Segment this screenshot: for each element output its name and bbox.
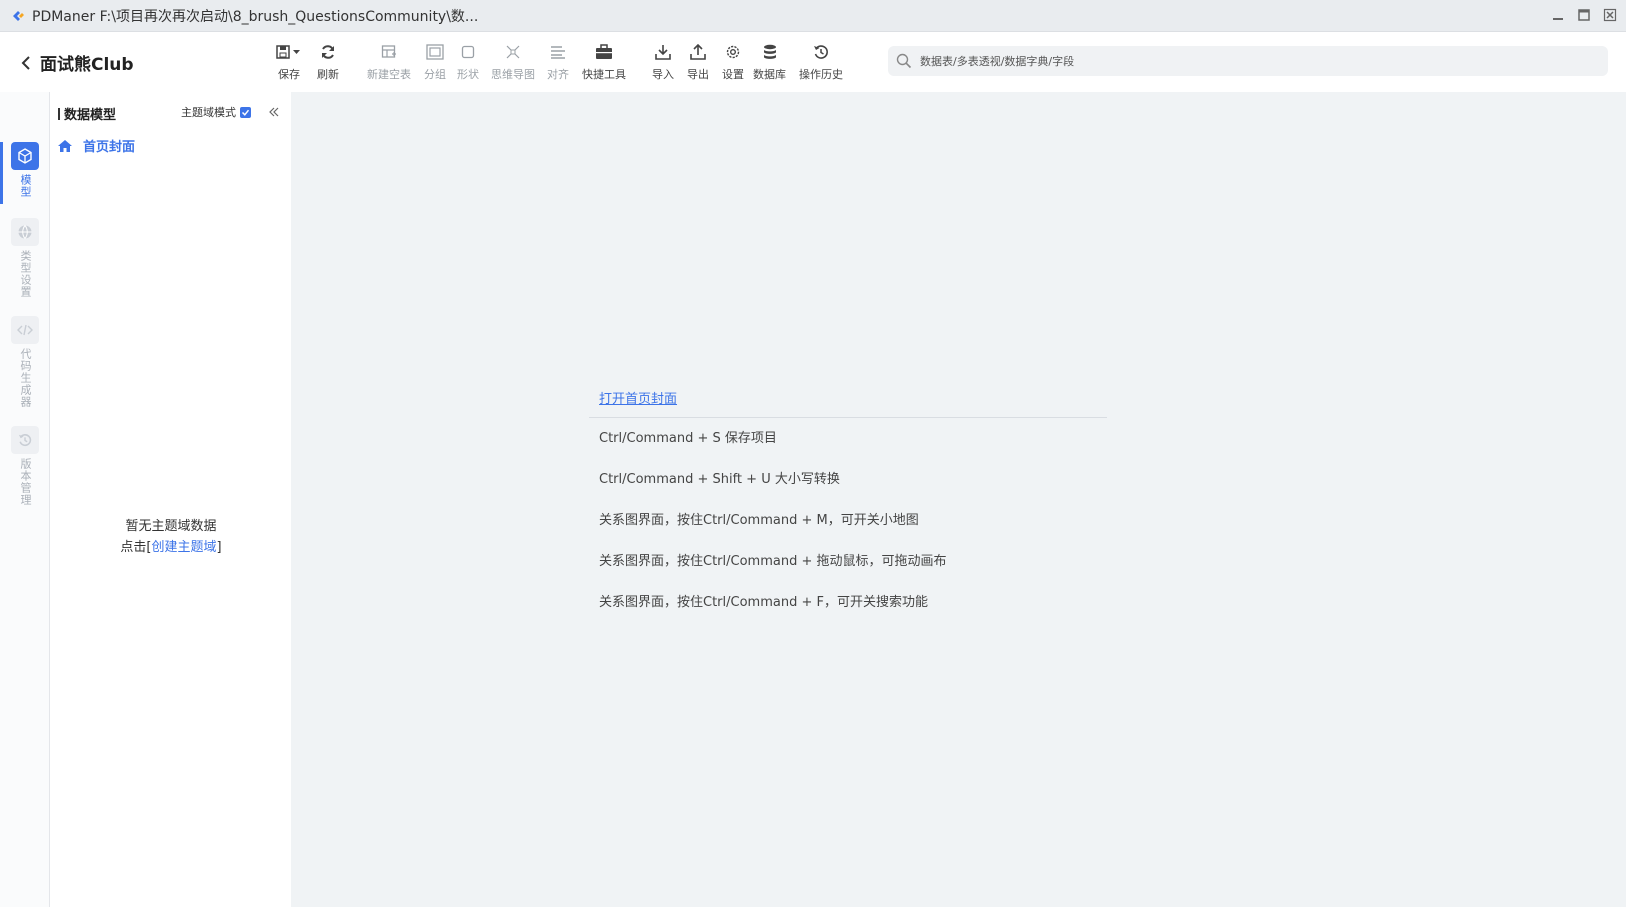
- mindmap-button[interactable]: 思维导图: [491, 40, 535, 82]
- search-box: [888, 46, 1608, 76]
- new-table-icon: [381, 40, 397, 64]
- search-icon: [896, 53, 912, 69]
- code-icon: [11, 316, 39, 344]
- home-icon: [58, 139, 72, 152]
- collapse-panel-icon[interactable]: [266, 104, 282, 120]
- minimize-icon[interactable]: [1550, 7, 1566, 23]
- tree-item-home-cover[interactable]: 首页封面: [57, 136, 135, 155]
- shortcut-tips: Ctrl/Command + S 保存项目 Ctrl/Command + Shi…: [589, 428, 1107, 633]
- refresh-button[interactable]: 刷新: [317, 40, 339, 82]
- export-button[interactable]: 导出: [687, 40, 709, 82]
- open-home-cover-link[interactable]: 打开首页封面: [599, 388, 677, 407]
- panel-header: 数据模型 主题域模式: [58, 104, 286, 124]
- shape-label: 形状: [457, 68, 479, 81]
- panel-title: 数据模型: [58, 104, 116, 123]
- database-icon: [763, 40, 777, 64]
- gear-icon: [725, 40, 741, 64]
- group-icon: [426, 40, 444, 64]
- toolbar: 面试熊Club 保存 刷新 新建空表 分组 形状 思维导图 对齐 快捷工具 导入…: [0, 32, 1626, 92]
- empty-suffix: ]: [216, 540, 222, 555]
- database-button[interactable]: 数据库: [753, 40, 786, 82]
- align-label: 对齐: [547, 68, 569, 81]
- subject-mode-label: 主题域模式: [181, 106, 236, 119]
- back-button[interactable]: 面试熊Club: [20, 50, 134, 75]
- rail-item-type-settings[interactable]: 类型设置: [0, 218, 50, 298]
- mindmap-icon: [504, 40, 522, 64]
- database-label: 数据库: [753, 68, 786, 81]
- empty-prefix: 点击[: [120, 540, 152, 555]
- window-title: PDManer F:\项目再次再次启动\8_brush_QuestionsCom…: [32, 8, 479, 25]
- tip-item: Ctrl/Command + S 保存项目: [599, 431, 777, 446]
- shape-icon: [461, 40, 475, 64]
- import-button[interactable]: 导入: [652, 40, 674, 82]
- title-bar: PDManer F:\项目再次再次启动\8_brush_QuestionsCom…: [0, 0, 1626, 32]
- tip-item: 关系图界面，按住Ctrl/Command + F，可开关搜索功能: [599, 595, 928, 610]
- export-label: 导出: [687, 68, 709, 81]
- empty-state-action: 点击[创建主题域]: [51, 537, 291, 558]
- globe-icon: [11, 218, 39, 246]
- refresh-label: 刷新: [317, 68, 339, 81]
- create-subject-link[interactable]: 创建主题域: [151, 540, 216, 555]
- window-controls: [1550, 7, 1618, 23]
- project-name: 面试熊Club: [40, 55, 134, 75]
- align-icon: [550, 40, 566, 64]
- divider: [589, 417, 1107, 418]
- left-nav-rail: 模型 类型设置 代码生成器 版本管理: [0, 92, 50, 907]
- rail-item-label: 类型设置: [19, 250, 32, 298]
- group-label: 分组: [424, 68, 446, 81]
- refresh-icon: [320, 40, 336, 64]
- search-input[interactable]: [920, 54, 1580, 68]
- close-icon[interactable]: [1602, 7, 1618, 23]
- settings-label: 设置: [722, 68, 744, 81]
- rail-item-code-generator[interactable]: 代码生成器: [0, 316, 50, 408]
- model-panel: 数据模型 主题域模式 首页封面 暂无主题域数据 点击[创建主题域]: [51, 92, 291, 907]
- group-button[interactable]: 分组: [424, 40, 446, 82]
- tip-item: Ctrl/Command + Shift + U 大小写转换: [599, 472, 840, 487]
- rail-item-label: 版本管理: [19, 458, 32, 506]
- rail-item-version-management[interactable]: 版本管理: [0, 426, 50, 506]
- pdmaner-logo-icon: [10, 8, 26, 24]
- import-label: 导入: [652, 68, 674, 81]
- tip-item: 关系图界面，按住Ctrl/Command + M，可开关小地图: [599, 513, 919, 528]
- main-canvas: 打开首页封面 Ctrl/Command + S 保存项目 Ctrl/Comman…: [291, 92, 1626, 907]
- chevron-left-icon: [21, 55, 30, 70]
- toolbox-icon: [595, 40, 613, 64]
- new-table-label: 新建空表: [367, 68, 411, 81]
- maximize-icon[interactable]: [1576, 7, 1592, 23]
- rail-item-label: 代码生成器: [19, 348, 32, 408]
- quick-tools-button[interactable]: 快捷工具: [582, 40, 626, 82]
- tip-item: 关系图界面，按住Ctrl/Command + 拖动鼠标，可拖动画布: [599, 554, 947, 569]
- save-label: 保存: [278, 68, 300, 81]
- history-icon: [813, 40, 829, 64]
- settings-button[interactable]: 设置: [722, 40, 744, 82]
- subject-mode-toggle[interactable]: 主题域模式: [181, 104, 251, 120]
- save-icon: [276, 40, 302, 64]
- cover-content: 打开首页封面 Ctrl/Command + S 保存项目 Ctrl/Comman…: [589, 388, 1107, 633]
- history-label: 操作历史: [799, 68, 843, 81]
- rail-item-model[interactable]: 模型: [0, 142, 50, 204]
- history-button[interactable]: 操作历史: [799, 40, 843, 82]
- version-icon: [11, 426, 39, 454]
- save-button[interactable]: 保存: [276, 40, 302, 82]
- quick-tools-label: 快捷工具: [582, 68, 626, 81]
- align-button[interactable]: 对齐: [547, 40, 569, 82]
- shape-button[interactable]: 形状: [457, 40, 479, 82]
- cube-icon: [11, 142, 39, 170]
- home-cover-label: 首页封面: [83, 140, 136, 155]
- checkbox-checked-icon[interactable]: [240, 106, 251, 118]
- empty-state-text: 暂无主题域数据: [125, 519, 217, 534]
- import-icon: [655, 40, 671, 64]
- mindmap-label: 思维导图: [491, 68, 535, 81]
- rail-item-label: 模型: [19, 174, 32, 198]
- new-table-button[interactable]: 新建空表: [367, 40, 411, 82]
- empty-state: 暂无主题域数据 点击[创建主题域]: [51, 516, 291, 558]
- export-icon: [690, 40, 706, 64]
